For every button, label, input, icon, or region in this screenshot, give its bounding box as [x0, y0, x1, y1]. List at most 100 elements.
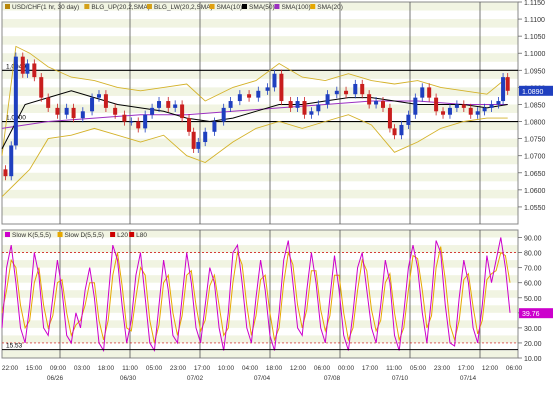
osc-y-tick-label: 80.00: [524, 251, 542, 258]
osc-grid-band: [2, 305, 518, 314]
candle-body: [360, 83, 365, 95]
x-date-label: 07/02: [187, 375, 204, 382]
osc-grid-band: [2, 290, 518, 299]
price-legend-swatch: [84, 4, 90, 9]
chart-svg: 1.11501.11001.10501.10001.09501.09001.08…: [0, 0, 553, 408]
x-time-label: 18:00: [98, 365, 115, 372]
price-y-tick-label: 1.0600: [524, 188, 546, 195]
price-grid-band: [2, 36, 518, 46]
price-grid-band: [2, 53, 518, 63]
candle-body: [316, 104, 321, 112]
price-y-tick-label: 1.0750: [524, 137, 546, 144]
osc-y-tick-label: 30.00: [524, 326, 542, 333]
x-time-label: 10:00: [218, 365, 235, 372]
price-legend-swatch: [209, 4, 215, 9]
price-legend-label: BLG_UP(20,2,SMA): [91, 4, 150, 11]
candle-body: [413, 97, 418, 115]
candle-body: [496, 101, 501, 105]
candle-body: [501, 77, 506, 102]
candle-body: [302, 101, 307, 115]
candle-body: [113, 107, 118, 115]
price-y-tick-label: 1.0850: [524, 102, 546, 109]
price-y-tick-label: 1.1150: [524, 0, 545, 7]
candle-body: [157, 101, 162, 108]
candle-body: [505, 77, 510, 91]
x-time-label: 05:00: [146, 365, 163, 372]
price-y-tick-label: 1.0650: [524, 171, 546, 178]
osc-grid-band: [2, 335, 518, 344]
x-date-label: 07/08: [324, 375, 341, 382]
candle-body: [475, 111, 480, 115]
osc-legend-swatch: [129, 232, 135, 237]
candle-body: [64, 107, 69, 115]
candle-body: [427, 87, 432, 98]
price-grid-band: [2, 206, 518, 216]
candle-body: [55, 107, 60, 115]
candle-body: [447, 107, 452, 115]
price-grid-band: [2, 164, 518, 174]
candle-body: [191, 131, 196, 149]
price-grid-band: [2, 10, 518, 20]
candle-body: [212, 121, 217, 132]
x-time-label: 06:00: [506, 365, 523, 372]
price-y-tick-label: 1.0800: [524, 120, 546, 127]
osc-y-tick-label: 70.00: [524, 266, 542, 273]
candle-body: [90, 97, 95, 112]
x-time-label: 18:00: [266, 365, 283, 372]
osc-grid-band: [2, 297, 518, 306]
x-time-label: 17:00: [194, 365, 211, 372]
x-date-label: 07/14: [460, 375, 477, 382]
candle-body: [32, 63, 37, 78]
price-grid-band: [2, 61, 518, 71]
candle-body: [344, 90, 349, 95]
price-legend-swatch: [274, 4, 280, 9]
candle-body: [454, 104, 459, 108]
x-time-label: 23:00: [170, 365, 187, 372]
x-time-label: 23:00: [434, 365, 451, 372]
candle-body: [150, 107, 155, 115]
x-time-label: 03:00: [74, 365, 91, 372]
osc-y-tick-label: 60.00: [524, 281, 542, 288]
candle-body: [143, 114, 148, 129]
candle-body: [420, 87, 425, 98]
price-y-tick-label: 1.1000: [524, 51, 546, 58]
candle-body: [247, 94, 252, 98]
candle-body: [399, 124, 404, 136]
candle-body: [196, 142, 201, 149]
osc-legend-label: Slow D(5,5,5): [65, 232, 104, 239]
price-legend-label: USD/CHF(1 hr, 30 day): [12, 4, 79, 11]
price-legend-label: SMA(10): [217, 4, 243, 11]
candle-body: [367, 94, 372, 105]
price-grid-band: [2, 198, 518, 208]
price-legend-swatch: [5, 4, 10, 9]
x-time-label: 17:00: [458, 365, 475, 372]
candle-body: [221, 107, 226, 122]
candle-body: [3, 169, 8, 177]
candle-body: [461, 104, 466, 108]
candle-body: [381, 101, 385, 108]
candle-body: [387, 107, 392, 129]
candle-body: [80, 111, 85, 119]
candle-body: [228, 101, 233, 108]
x-time-label: 15:00: [26, 365, 43, 372]
price-grid-band: [2, 138, 518, 148]
last-price-label: 1.0890: [522, 89, 544, 96]
candle-body: [256, 90, 261, 98]
x-time-label: 17:00: [362, 365, 379, 372]
price-grid-band: [2, 172, 518, 182]
candle-body: [489, 104, 494, 108]
osc-min-label: 15.53: [6, 343, 23, 350]
candle-body: [482, 107, 487, 112]
price-grid-band: [2, 19, 518, 29]
candle-body: [295, 101, 300, 108]
price-y-tick-label: 1.1100: [524, 17, 545, 24]
osc-legend-swatch: [110, 232, 116, 237]
price-grid-band: [2, 155, 518, 165]
candle-body: [166, 101, 171, 108]
price-legend-label: BLG_LW(20,2,SMA): [154, 4, 213, 11]
candle-body: [13, 56, 18, 146]
price-y-tick-label: 1.0700: [524, 154, 546, 161]
price-legend-label: SMA(20): [317, 4, 343, 11]
candle-body: [441, 111, 446, 115]
x-time-label: 00:00: [338, 365, 355, 372]
